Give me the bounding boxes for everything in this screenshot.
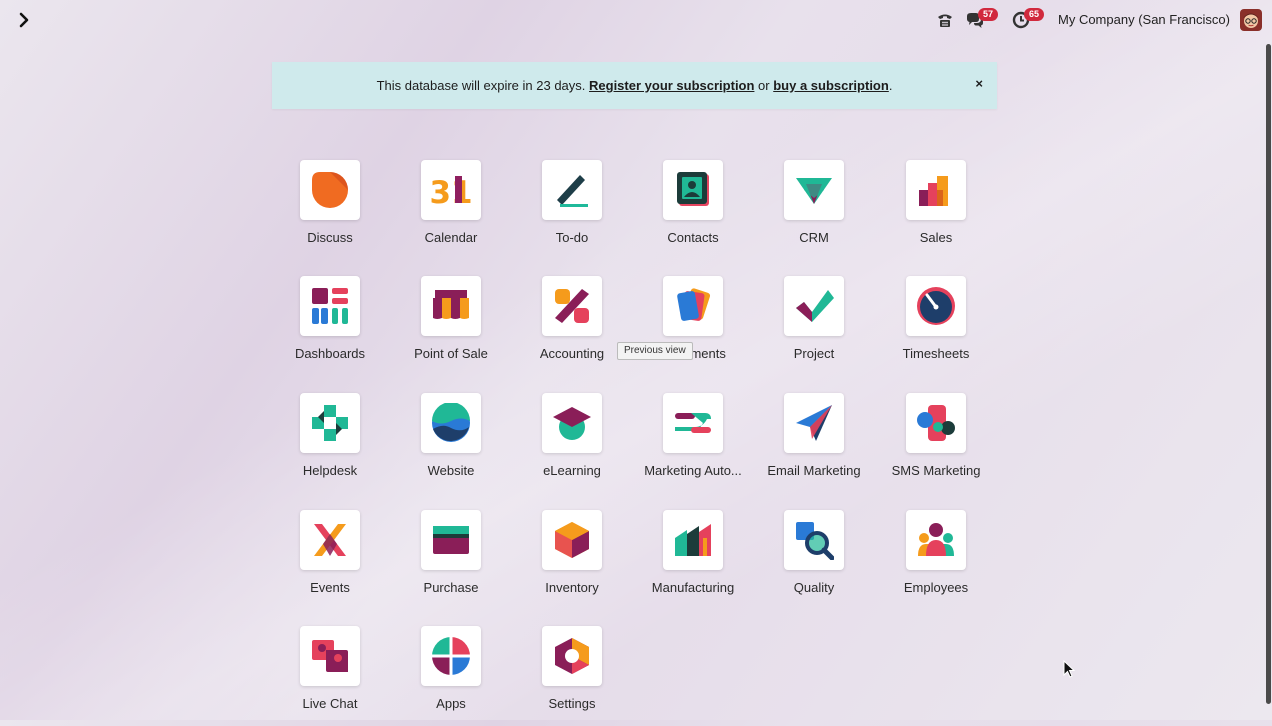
- dashboards-icon: [312, 288, 348, 324]
- factory-icon: [675, 524, 711, 556]
- events-icon: [314, 524, 346, 556]
- app-label: Quality: [793, 580, 835, 595]
- app-purchase[interactable]: Purchase: [396, 510, 506, 610]
- app-todo[interactable]: To-do: [517, 160, 627, 260]
- app-contacts[interactable]: Contacts: [638, 160, 748, 260]
- calendar-icon: 31: [431, 175, 471, 210]
- app-label: Contacts: [667, 230, 719, 245]
- app-label: Project: [793, 346, 835, 361]
- app-label: Events: [310, 580, 350, 595]
- live-chat-icon: [312, 640, 348, 672]
- app-label: SMS Marketing: [891, 463, 981, 478]
- scrollbar[interactable]: [1266, 44, 1271, 704]
- app-calendar[interactable]: 31 Calendar: [396, 160, 506, 260]
- app-label: CRM: [799, 230, 829, 245]
- app-label: Website: [427, 463, 475, 478]
- messages-count-badge: 57: [978, 8, 998, 21]
- app-live-chat[interactable]: Live Chat: [275, 626, 385, 726]
- close-icon[interactable]: ×: [975, 76, 983, 91]
- app-email-marketing[interactable]: Email Marketing: [759, 393, 869, 493]
- app-sales[interactable]: Sales: [881, 160, 991, 260]
- app-employees[interactable]: Employees: [881, 510, 991, 610]
- company-switcher[interactable]: My Company (San Francisco): [1058, 12, 1230, 27]
- sales-icon: [919, 176, 948, 206]
- app-marketing-automation[interactable]: Marketing Auto...: [638, 393, 748, 493]
- documents-icon: [677, 288, 711, 321]
- app-label: Employees: [903, 580, 969, 595]
- app-label: Manufacturing: [651, 580, 735, 595]
- app-inventory[interactable]: Inventory: [517, 510, 627, 610]
- contacts-icon: [677, 172, 709, 206]
- marketing-automation-icon: [675, 413, 711, 433]
- tooltip: Previous view: [617, 342, 693, 360]
- app-dashboards[interactable]: Dashboards: [275, 276, 385, 376]
- banner-text-end: .: [888, 78, 893, 93]
- app-label: Apps: [436, 696, 466, 711]
- banner-text-or: or: [754, 78, 774, 93]
- sms-icon: [917, 405, 955, 441]
- app-label: Timesheets: [902, 346, 970, 361]
- register-subscription-link[interactable]: Register your subscription: [589, 78, 754, 93]
- chevron-right-icon[interactable]: [16, 10, 34, 30]
- app-label: Dashboards: [294, 346, 366, 361]
- stopwatch-icon: [917, 287, 955, 325]
- subscription-banner: This database will expire in 23 days. Re…: [272, 62, 997, 109]
- app-label: Point of Sale: [414, 346, 488, 361]
- app-settings[interactable]: Settings: [517, 626, 627, 726]
- app-manufacturing[interactable]: Manufacturing: [638, 510, 748, 610]
- discuss-icon: [312, 172, 348, 208]
- mouse-cursor-icon: [1063, 659, 1076, 678]
- user-avatar[interactable]: [1240, 9, 1262, 31]
- globe-icon: [432, 403, 470, 442]
- app-documents[interactable]: Documents: [638, 276, 748, 376]
- app-label: Purchase: [423, 580, 479, 595]
- buy-subscription-link[interactable]: buy a subscription: [773, 78, 889, 93]
- people-icon: [918, 523, 954, 556]
- app-apps[interactable]: Apps: [396, 626, 506, 726]
- app-discuss[interactable]: Discuss: [275, 160, 385, 260]
- settings-hexagon-icon: [555, 638, 589, 674]
- app-website[interactable]: Website: [396, 393, 506, 493]
- app-point-of-sale[interactable]: Point of Sale: [396, 276, 506, 376]
- app-events[interactable]: Events: [275, 510, 385, 610]
- messages-button[interactable]: 57: [966, 8, 1000, 30]
- banner-text: This database will expire in 23 days.: [376, 78, 590, 93]
- app-crm[interactable]: CRM: [759, 160, 869, 260]
- activities-count-badge: 65: [1024, 8, 1044, 21]
- app-timesheets[interactable]: Timesheets: [881, 276, 991, 376]
- paper-plane-icon: [796, 405, 832, 441]
- app-label: Helpdesk: [302, 463, 358, 478]
- box-icon: [555, 522, 589, 558]
- app-helpdesk[interactable]: Helpdesk: [275, 393, 385, 493]
- app-label: Email Marketing: [767, 463, 861, 478]
- app-label: To-do: [555, 230, 589, 245]
- top-navbar: 57 65 My Company (San Francisco): [0, 0, 1272, 40]
- app-label: Live Chat: [302, 696, 358, 711]
- app-label: eLearning: [543, 463, 601, 478]
- magnifier-icon: [796, 522, 834, 560]
- card-icon: [433, 526, 469, 554]
- shop-awning-icon: [433, 290, 469, 319]
- app-elearning[interactable]: eLearning: [517, 393, 627, 493]
- app-quality[interactable]: Quality: [759, 510, 869, 610]
- app-label: Marketing Auto...: [644, 463, 742, 478]
- percent-icon: [555, 289, 589, 323]
- todo-icon: [557, 175, 588, 207]
- app-sms-marketing[interactable]: SMS Marketing: [881, 393, 991, 493]
- crm-icon: [796, 178, 832, 204]
- helpdesk-icon: [312, 405, 348, 441]
- app-label: Sales: [919, 230, 953, 245]
- graduation-cap-icon: [553, 407, 591, 440]
- app-label: Calendar: [424, 230, 478, 245]
- app-accounting[interactable]: Accounting: [517, 276, 627, 376]
- checkmark-icon: [796, 290, 834, 322]
- app-label: Discuss: [307, 230, 353, 245]
- svg-text:31: 31: [431, 175, 471, 210]
- app-project[interactable]: Project: [759, 276, 869, 376]
- app-label: Settings: [548, 696, 596, 711]
- app-label: Inventory: [545, 580, 599, 595]
- apps-wheel-icon: [431, 636, 471, 676]
- phone-icon[interactable]: [936, 10, 954, 30]
- activities-button[interactable]: 65: [1012, 8, 1046, 30]
